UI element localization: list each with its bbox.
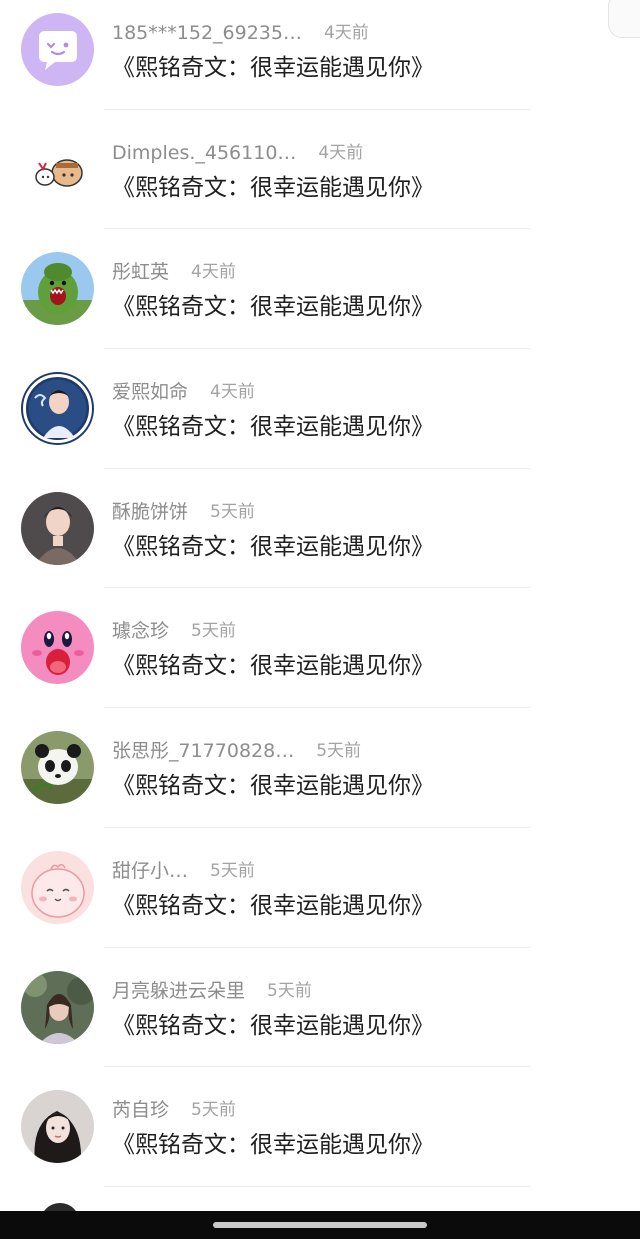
comment-time: 4天前 <box>191 262 236 283</box>
comment-username[interactable]: 芮自珍 <box>112 1097 169 1123</box>
forest-girl-avatar[interactable] <box>21 970 94 1044</box>
panda-avatar[interactable] <box>21 731 94 805</box>
divider <box>104 1066 530 1068</box>
divider <box>104 1185 530 1187</box>
comment-time: 5天前 <box>316 741 362 762</box>
comment-text: 《熙铭奇文：很幸运能遇见你》 <box>112 892 434 919</box>
comment-text: 《熙铭奇文：很幸运能遇见你》 <box>112 1012 434 1039</box>
comment-text: 《熙铭奇文：很幸运能遇见你》 <box>112 174 434 201</box>
kirby-avatar[interactable] <box>21 611 94 685</box>
comment-username[interactable]: 彤虹英 <box>112 259 169 285</box>
divider <box>104 228 530 230</box>
pink-blob-avatar[interactable] <box>21 850 94 924</box>
comment-row[interactable]: 芮自珍 5天前 《熙铭奇文：很幸运能遇见你》 <box>0 1077 640 1197</box>
comment-row[interactable]: 185***152_69235… 4天前 《熙铭奇文：很幸运能遇见你》 <box>0 0 640 120</box>
divider <box>104 946 530 948</box>
comment-row[interactable]: 璩念珍 5天前 《熙铭奇文：很幸运能遇见你》 <box>0 598 640 718</box>
green-toy-avatar[interactable] <box>21 252 94 326</box>
divider <box>104 348 530 350</box>
divider <box>104 467 530 469</box>
comment-username[interactable]: 甜仔小… <box>112 858 188 884</box>
comment-username[interactable]: 185***152_69235… <box>112 20 302 46</box>
idol-photo-avatar[interactable] <box>21 372 94 446</box>
divider <box>104 108 530 110</box>
comment-row[interactable]: 彤虹英 4天前 《熙铭奇文：很幸运能遇见你》 <box>0 239 640 359</box>
comment-time: 5天前 <box>210 501 255 522</box>
purple-chat-bubble-avatar[interactable] <box>21 13 94 86</box>
comment-row[interactable]: 酥脆饼饼 5天前 《熙铭奇文：很幸运能遇见你》 <box>0 479 640 599</box>
comment-text: 《熙铭奇文：很幸运能遇见你》 <box>112 1132 434 1159</box>
comment-username[interactable]: Dimples._456110… <box>112 140 296 166</box>
divider <box>104 587 530 589</box>
comment-time: 4天前 <box>323 23 369 43</box>
divider <box>104 707 530 709</box>
comment-text: 《熙铭奇文：很幸运能遇见你》 <box>112 653 434 680</box>
comment-row[interactable]: 甜仔小… 5天前 《熙铭奇文：很幸运能遇见你》 <box>0 838 640 958</box>
comment-time: 4天前 <box>318 142 364 163</box>
system-navigation-bar <box>0 1211 640 1239</box>
comment-text: 《熙铭奇文：很幸运能遇见你》 <box>112 414 434 441</box>
comment-text: 《熙铭奇文：很幸运能遇见你》 <box>112 294 434 321</box>
comment-time: 4天前 <box>210 382 255 403</box>
comment-username[interactable]: 酥脆饼饼 <box>112 499 188 525</box>
comment-row[interactable]: 月亮躲进云朵里 5天前 《熙铭奇文：很幸运能遇见你》 <box>0 958 640 1078</box>
girl-portrait-avatar[interactable] <box>21 1090 94 1164</box>
comment-row[interactable]: 张思彤_71770828… 5天前 《熙铭奇文：很幸运能遇见你》 <box>0 718 640 838</box>
comment-row[interactable]: 爱熙如命 4天前 《熙铭奇文：很幸运能遇见你》 <box>0 359 640 479</box>
comment-username[interactable]: 璩念珍 <box>112 618 169 644</box>
home-indicator[interactable] <box>213 1222 427 1228</box>
comment-time: 5天前 <box>191 621 236 642</box>
comment-username[interactable]: 月亮躲进云朵里 <box>112 978 245 1004</box>
comment-time: 5天前 <box>210 860 255 881</box>
comment-time: 5天前 <box>267 980 312 1001</box>
comment-text: 《熙铭奇文：很幸运能遇见你》 <box>112 773 434 800</box>
side-tab-button[interactable] <box>608 0 640 38</box>
divider <box>104 826 530 828</box>
person-photo-avatar[interactable] <box>21 491 94 565</box>
comment-time: 5天前 <box>191 1100 236 1121</box>
comment-username[interactable]: 爱熙如命 <box>112 379 188 405</box>
comment-row[interactable]: Dimples._456110… 4天前 《熙铭奇文：很幸运能遇见你》 <box>0 120 640 240</box>
comment-text: 《熙铭奇文：很幸运能遇见你》 <box>112 533 434 560</box>
cartoon-sketch-avatar[interactable] <box>21 132 94 206</box>
comment-username[interactable]: 张思彤_71770828… <box>112 738 294 764</box>
comment-text: 《熙铭奇文：很幸运能遇见你》 <box>112 55 434 81</box>
comment-list: 185***152_69235… 4天前 《熙铭奇文：很幸运能遇见你》 Dimpl… <box>0 0 640 1197</box>
